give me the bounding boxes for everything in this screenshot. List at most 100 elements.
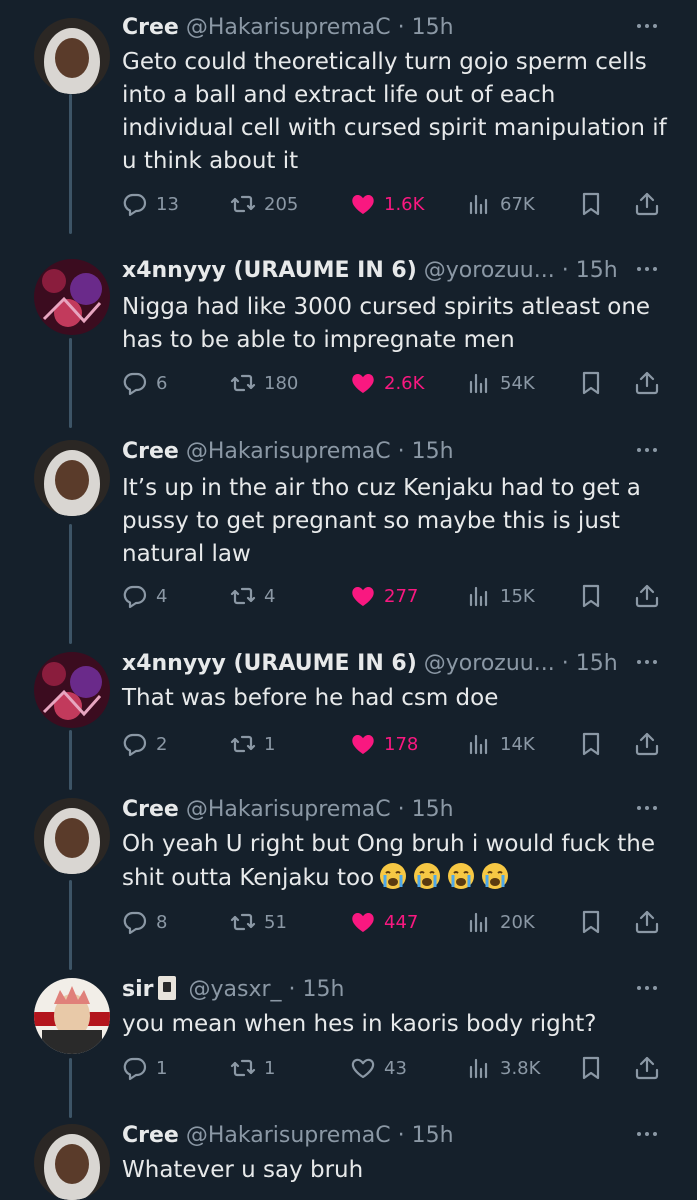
tweet[interactable]: Cree @HakarisupremaC · 15h It’s up in th… [0, 434, 697, 624]
bookmark-button[interactable] [578, 580, 604, 612]
reply-icon [123, 193, 147, 217]
timestamp[interactable]: 15h [412, 797, 454, 822]
tweet[interactable]: Cree @HakarisupremaC · 15h Geto could th… [0, 10, 697, 230]
display-name[interactable]: Cree [122, 439, 179, 464]
reply-button[interactable]: 13 [122, 188, 179, 220]
user-handle[interactable]: @HakarisupremaC [186, 797, 391, 822]
heart-filled-icon [352, 195, 374, 214]
x4nnyyy-avatar-image [34, 652, 110, 728]
reply-button[interactable]: 2 [122, 728, 167, 760]
user-handle[interactable]: @HakarisupremaC [186, 1123, 391, 1148]
bookmark-button[interactable] [578, 728, 604, 760]
reply-icon [123, 733, 147, 757]
more-options-icon[interactable] [633, 650, 661, 674]
like-button[interactable]: 178 [350, 728, 418, 760]
like-button[interactable]: 1.6K [350, 188, 424, 220]
more-options-icon[interactable] [633, 438, 661, 462]
tweet-text: Geto could theoretically turn gojo sperm… [122, 49, 675, 174]
views-button[interactable]: 14K [466, 728, 535, 760]
avatar[interactable] [34, 652, 110, 728]
separator-dot: · [561, 651, 569, 676]
tweet-actions: 1 1 43 3.8K [122, 1052, 665, 1084]
display-name[interactable]: Cree [122, 797, 179, 822]
bookmark-button[interactable] [578, 906, 604, 938]
more-options-icon[interactable] [633, 257, 661, 281]
user-handle[interactable]: @HakarisupremaC [186, 15, 391, 40]
retweet-button[interactable]: 1 [230, 728, 275, 760]
reply-button[interactable]: 8 [122, 906, 167, 938]
bookmark-button[interactable] [578, 1052, 604, 1084]
view-count: 15K [500, 585, 535, 607]
tweet-actions: 6 180 2.6K 54K [122, 367, 665, 399]
reply-count: 13 [156, 193, 179, 215]
tweet[interactable]: x4nnyyy (URAUME IN 6) @yorozuu... · 15h … [0, 646, 697, 766]
tweet[interactable]: x4nnyyy (URAUME IN 6) @yorozuu... · 15h … [0, 253, 697, 413]
bookmark-button[interactable] [578, 367, 604, 399]
tweet[interactable]: sir @yasxr_ · 15h you mean when hes in k… [0, 972, 697, 1092]
avatar[interactable] [34, 440, 110, 516]
reply-button[interactable]: 1 [122, 1052, 167, 1084]
reply-button[interactable]: 6 [122, 367, 167, 399]
more-options-icon[interactable] [633, 14, 661, 38]
cree-avatar-image [34, 18, 110, 94]
like-count: 2.6K [384, 372, 425, 394]
cree-avatar-image [34, 440, 110, 516]
avatar[interactable] [34, 978, 110, 1054]
avatar[interactable] [34, 18, 110, 94]
avatar[interactable] [34, 259, 110, 335]
share-button[interactable] [634, 1052, 660, 1084]
retweet-button[interactable]: 205 [230, 188, 298, 220]
tweet[interactable]: Cree @HakarisupremaC · 15h Oh yeah U rig… [0, 792, 697, 952]
views-button[interactable]: 15K [466, 580, 535, 612]
reply-button[interactable]: 4 [122, 580, 167, 612]
bookmark-icon [582, 584, 600, 608]
reply-icon [123, 585, 147, 609]
views-button[interactable]: 20K [466, 906, 535, 938]
tweet-text: It’s up in the air tho cuz Kenjaku had t… [122, 475, 649, 567]
display-name[interactable]: x4nnyyy (URAUME IN 6) [122, 651, 417, 676]
retweet-button[interactable]: 4 [230, 580, 275, 612]
more-options-icon[interactable] [633, 976, 661, 1000]
display-name[interactable]: Cree [122, 15, 179, 40]
display-name[interactable]: Cree [122, 1123, 179, 1148]
timestamp[interactable]: 15h [303, 977, 345, 1002]
views-button[interactable]: 3.8K [466, 1052, 540, 1084]
bookmark-icon [582, 371, 600, 395]
tweet[interactable]: Cree @HakarisupremaC · 15h Whatever u sa… [0, 1118, 697, 1200]
like-button[interactable]: 43 [350, 1052, 407, 1084]
avatar[interactable] [34, 798, 110, 874]
like-button[interactable]: 277 [350, 580, 418, 612]
share-button[interactable] [634, 580, 660, 612]
timestamp[interactable]: 15h [576, 258, 618, 283]
user-handle[interactable]: @yasxr_ [189, 977, 282, 1002]
share-button[interactable] [634, 367, 660, 399]
timestamp[interactable]: 15h [412, 1123, 454, 1148]
retweet-button[interactable]: 51 [230, 906, 287, 938]
views-button[interactable]: 54K [466, 367, 535, 399]
timestamp[interactable]: 15h [412, 439, 454, 464]
retweet-button[interactable]: 1 [230, 1052, 275, 1084]
avatar[interactable] [34, 1124, 110, 1200]
timestamp[interactable]: 15h [412, 15, 454, 40]
user-handle[interactable]: @HakarisupremaC [186, 439, 391, 464]
share-button[interactable] [634, 188, 660, 220]
share-button[interactable] [634, 906, 660, 938]
display-name[interactable]: sir [122, 977, 154, 1002]
like-button[interactable]: 2.6K [350, 367, 424, 399]
bookmark-button[interactable] [578, 188, 604, 220]
views-button[interactable]: 67K [466, 188, 535, 220]
display-name[interactable]: x4nnyyy (URAUME IN 6) [122, 258, 417, 283]
like-count: 277 [384, 585, 419, 607]
user-handle[interactable]: @yorozuu... [424, 258, 555, 283]
retweet-button[interactable]: 180 [230, 367, 298, 399]
like-button[interactable]: 447 [350, 906, 418, 938]
timestamp[interactable]: 15h [576, 651, 618, 676]
view-count: 14K [500, 733, 535, 755]
more-options-icon[interactable] [633, 796, 661, 820]
tweet-header: sir @yasxr_ · 15h [122, 972, 657, 1008]
crying-face-emoji [446, 861, 476, 891]
crying-face-emoji [412, 861, 442, 891]
user-handle[interactable]: @yorozuu... [424, 651, 555, 676]
share-button[interactable] [634, 728, 660, 760]
more-options-icon[interactable] [633, 1122, 661, 1146]
